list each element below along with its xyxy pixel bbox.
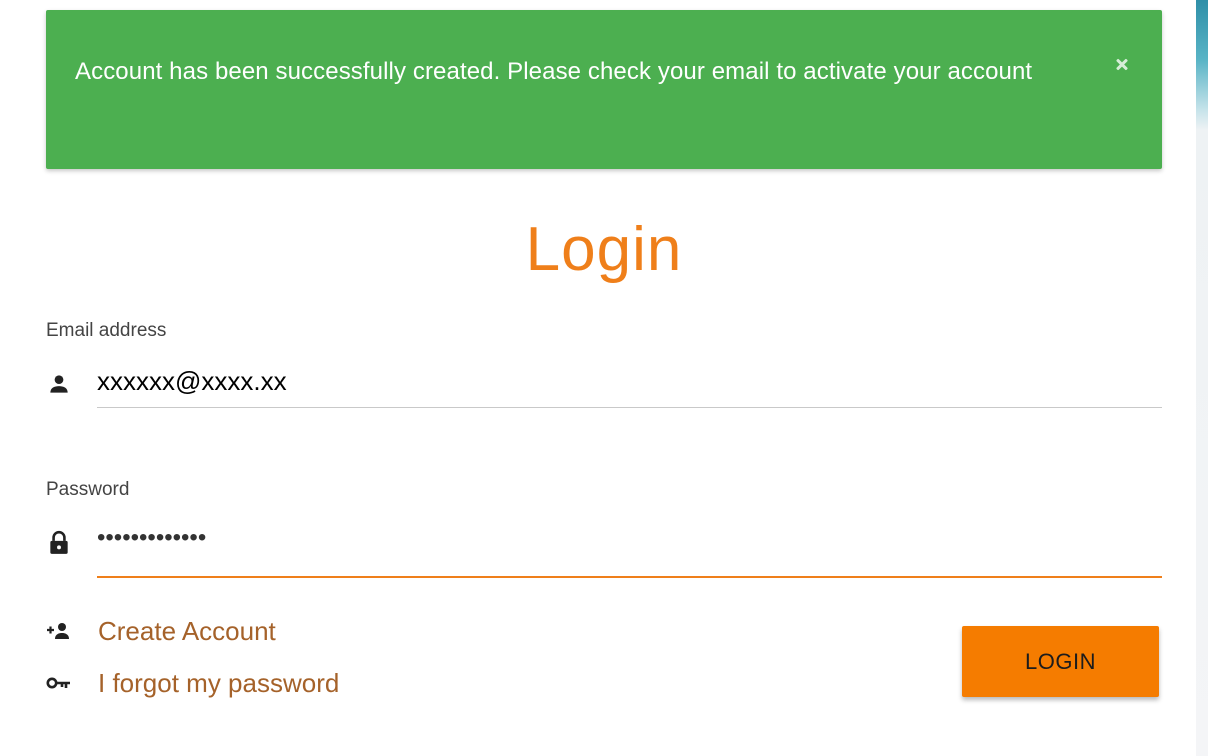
- email-label: Email address: [46, 320, 167, 341]
- lock-icon: [50, 530, 68, 554]
- key-icon: [46, 677, 70, 689]
- close-icon[interactable]: [1112, 54, 1132, 74]
- forgot-password-label[interactable]: I forgot my password: [98, 668, 339, 699]
- create-account-label[interactable]: Create Account: [98, 616, 276, 647]
- alert-message: Account has been successfully created. P…: [75, 58, 1033, 85]
- success-alert: Account has been successfully created. P…: [46, 10, 1162, 169]
- create-account-link[interactable]: Create Account: [46, 614, 276, 648]
- forgot-password-link[interactable]: I forgot my password: [46, 666, 339, 700]
- password-field[interactable]: •••••••••••••: [97, 518, 1162, 578]
- login-button[interactable]: LOGIN: [962, 626, 1159, 697]
- email-field[interactable]: xxxxxx@xxxx.xx: [97, 360, 1162, 408]
- background-image-edge: [1196, 0, 1208, 756]
- password-label: Password: [46, 479, 130, 500]
- person-add-icon: [47, 623, 69, 639]
- page-title: Login: [525, 215, 683, 284]
- person-icon: [50, 375, 68, 393]
